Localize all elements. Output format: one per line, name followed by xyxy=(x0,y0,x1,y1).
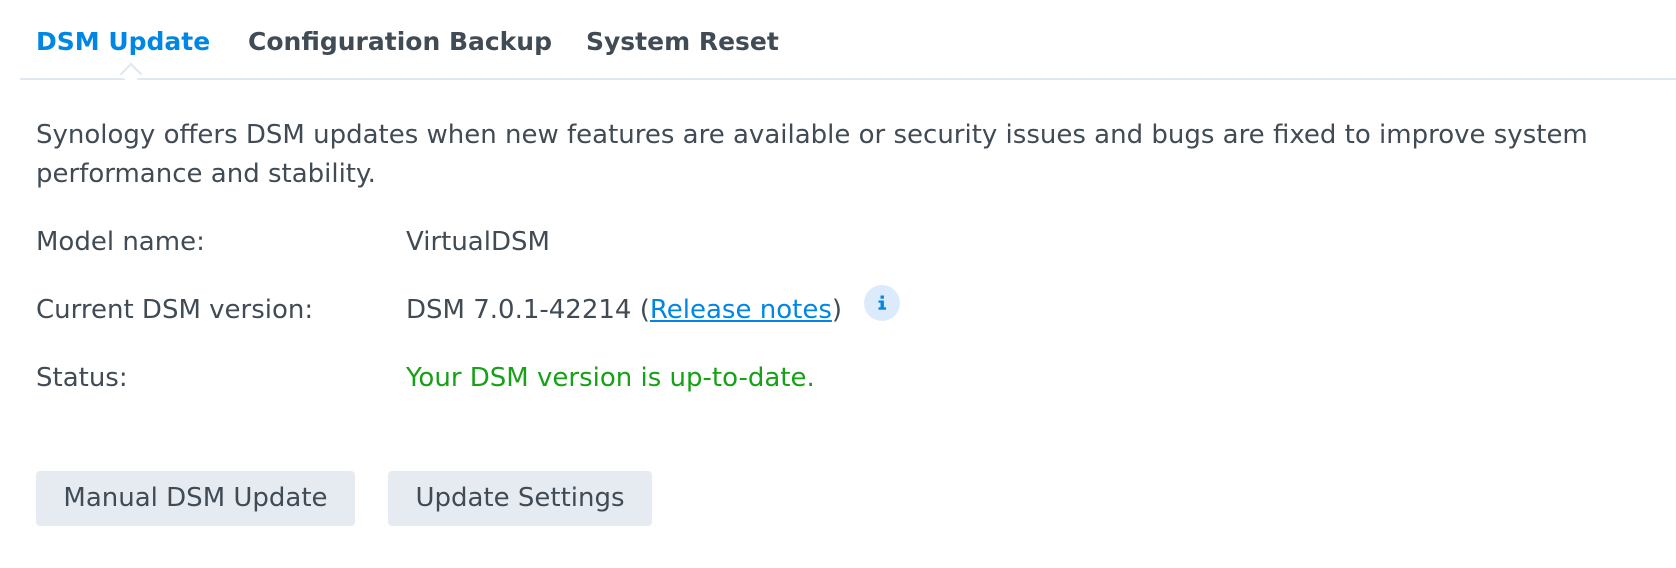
info-glyph-icon xyxy=(878,295,886,310)
model-name-value: VirtualDSM xyxy=(406,227,550,257)
tab-system-reset[interactable]: System Reset xyxy=(586,27,779,56)
status-value: Your DSM version is up-to-date. xyxy=(406,363,815,393)
dsm-update-panel: DSM Update Configuration Backup System R… xyxy=(0,0,1676,568)
tab-dsm-update[interactable]: DSM Update xyxy=(36,27,210,56)
update-settings-button[interactable]: Update Settings xyxy=(388,471,652,526)
dsm-version-value-group: DSM 7.0.1-42214 (Release notes) xyxy=(406,295,843,325)
model-name-label: Model name: xyxy=(36,227,205,257)
info-icon[interactable] xyxy=(864,285,900,321)
status-label: Status: xyxy=(36,363,128,393)
tab-bar: DSM Update Configuration Backup System R… xyxy=(20,0,1676,86)
dsm-version-value: DSM 7.0.1-42214 xyxy=(406,295,632,325)
tab-configuration-backup[interactable]: Configuration Backup xyxy=(248,27,552,56)
manual-dsm-update-button[interactable]: Manual DSM Update xyxy=(36,471,355,526)
release-notes-link[interactable]: Release notes xyxy=(650,295,832,325)
active-tab-indicator xyxy=(119,62,143,86)
dsm-version-label: Current DSM version: xyxy=(36,295,314,325)
update-description: Synology offers DSM updates when new fea… xyxy=(36,120,1588,189)
